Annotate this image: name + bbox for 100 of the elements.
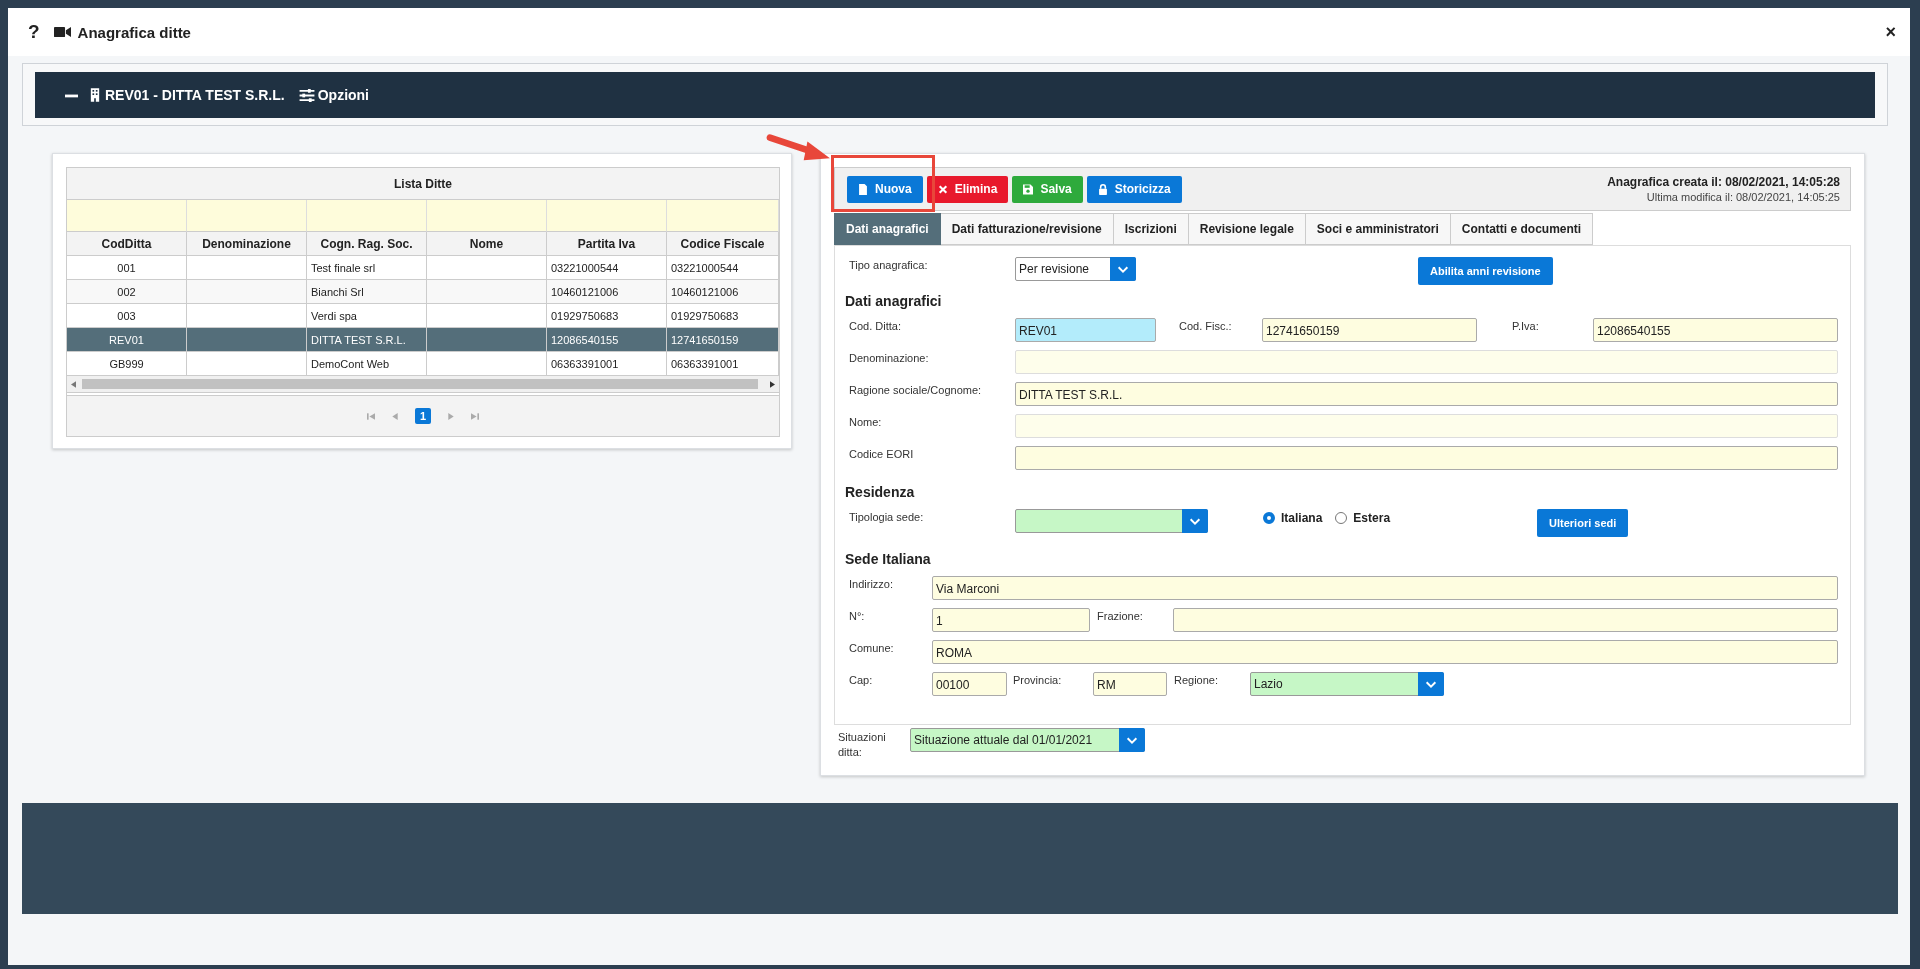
dropdown[interactable]: Per revisione [1015,257,1136,281]
radio-button[interactable]: Estera [1335,511,1391,525]
table-cell: 001 [67,256,187,280]
input-field[interactable]: Via Marconi [932,576,1838,600]
dropdown[interactable]: Lazio [1250,672,1444,696]
tab[interactable]: Contatti e documenti [1450,213,1594,245]
column-header[interactable]: Codice Fiscale [667,232,779,256]
window-title: Anagrafica ditte [77,23,191,41]
column-header[interactable]: Cogn. Rag. Soc. [307,232,427,256]
field-label: Regione: [1173,673,1220,686]
x-icon [937,183,948,195]
input-field[interactable]: 00100 [932,672,1007,696]
table-title: Lista Ditte [67,168,779,200]
pointer-arrow-drawing [766,132,832,162]
input-field[interactable] [1173,608,1838,632]
video-camera-icon [53,26,71,38]
table-cell: REV01 [67,328,187,352]
section-heading: Sede Italiana [845,551,932,568]
first-page-icon [366,411,375,421]
table-cell: 12741650159 [667,328,779,352]
filter-cell[interactable] [547,200,667,232]
input-field[interactable]: 1 [932,608,1090,632]
filter-cell[interactable] [67,200,187,232]
table-cell: 03221000544 [667,256,779,280]
radio-button[interactable]: Italiana [1263,511,1323,525]
tab[interactable]: Soci e amministratori [1305,213,1451,245]
filter-cell[interactable] [667,200,779,232]
table-cell: 06363391001 [547,352,667,376]
dropdown[interactable]: Situazione attuale dal 01/01/2021 [910,728,1145,752]
toolbar-button[interactable]: Elimina [926,175,1009,203]
field-label: Cod. Fisc.: [1178,319,1233,332]
field-label: Denominazione: [849,351,930,364]
input-field[interactable]: ROMA [932,640,1838,664]
filter-cell[interactable] [427,200,547,232]
table-cell: GB999 [67,352,187,376]
input-field[interactable]: 12741650159 [1262,318,1477,342]
input-field[interactable]: RM [1093,672,1167,696]
close-button[interactable]: × [1885,21,1896,43]
column-header[interactable]: Nome [427,232,547,256]
table-cell: Verdi spa [307,304,427,328]
column-header[interactable]: Denominazione [187,232,307,256]
table-cell: 01929750683 [547,304,667,328]
field-label: Tipo anagrafica: [849,258,929,271]
field-label: Cod. Ditta: [849,319,902,332]
column-header[interactable]: CodDitta [67,232,187,256]
dropdown[interactable] [1015,509,1208,533]
help-icon[interactable]: ? [28,21,40,43]
action-button[interactable]: Ulteriori sedi [1537,509,1629,537]
field-label: P.Iva: [1511,319,1540,332]
table-cell: 12086540155 [547,328,667,352]
page-button[interactable]: 1 [414,408,432,424]
table-cell: DemoCont Web [307,352,427,376]
field-label: Codice EORI [849,447,915,460]
tab[interactable]: Dati fatturazione/revisione [940,213,1114,245]
table-cell: 002 [67,280,187,304]
field-label: Ragione sociale/Cognome: [849,383,983,396]
table-cell: Test finale srl [307,256,427,280]
section-heading: Residenza [845,484,916,501]
building-icon [90,88,100,102]
tab[interactable]: Dati anagrafici [834,213,941,245]
file-icon [858,183,868,195]
left-arrow-icon [71,380,76,388]
column-header[interactable]: Partita Iva [547,232,667,256]
field-label: Situazioni ditta: [838,730,887,760]
table-cell: Bianchi Srl [307,280,427,304]
field-label: N°: [849,609,866,622]
table-cell: 10460121006 [667,280,779,304]
table-cell: 003 [67,304,187,328]
options-button[interactable]: Opzioni [298,87,369,103]
field-label: Nome: [849,415,883,428]
input-field[interactable] [1015,446,1838,470]
sliders-icon [298,88,315,102]
next-page-icon [447,411,456,421]
field-label: Tipologia sede: [849,510,925,523]
section-heading: Dati anagrafici [845,293,943,310]
last-page-icon [471,411,480,421]
previous-page-icon [390,411,399,421]
table-cell: DITTA TEST S.R.L. [307,328,427,352]
filter-cell[interactable] [307,200,427,232]
table-cell: 03221000544 [547,256,667,280]
horizontal-scrollbar[interactable] [67,376,779,393]
action-button[interactable]: Abilita anni revisione [1418,257,1553,285]
modified-date: Ultima modifica il: 08/02/2021, 14:05:25 [1645,191,1840,203]
toolbar-button[interactable]: Nuova [847,175,923,203]
input-field[interactable]: REV01 [1015,318,1156,342]
field-label: Provincia: [1012,673,1063,686]
table-cell: 01929750683 [667,304,779,328]
field-label: Indirizzo: [849,577,895,590]
padlock-icon [1097,183,1108,195]
input-field[interactable]: 12086540155 [1593,318,1838,342]
field-label: Frazione: [1096,609,1144,622]
filter-cell[interactable] [187,200,307,232]
tab[interactable]: Revisione legale [1188,213,1306,245]
input-field[interactable]: DITTA TEST S.R.L. [1015,382,1838,406]
field-label: Comune: [849,641,895,654]
company-title: REV01 - DITTA TEST S.R.L. [105,87,285,103]
right-arrow-icon [770,380,775,388]
field-label: Cap: [849,673,874,686]
tab[interactable]: Iscrizioni [1113,213,1189,245]
toolbar-button[interactable]: Storicizza [1086,175,1182,203]
